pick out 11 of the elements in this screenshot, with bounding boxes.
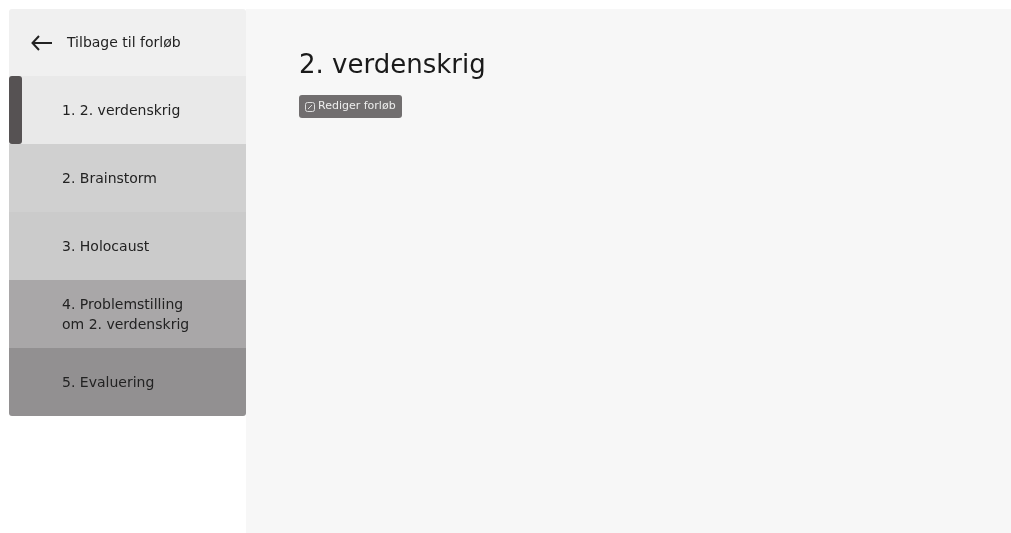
- back-link[interactable]: Tilbage til forløb: [9, 9, 246, 76]
- lesson-item[interactable]: 5. Evaluering: [9, 348, 246, 416]
- lesson-item[interactable]: 4. Problemstilling om 2. verdenskrig: [9, 280, 246, 348]
- edit-button[interactable]: Rediger forløb: [299, 95, 402, 118]
- edit-icon: [305, 101, 315, 112]
- lesson-item[interactable]: 3. Holocaust: [9, 212, 246, 280]
- page-title: 2. verdenskrig: [299, 48, 487, 81]
- lesson-item[interactable]: 2. Brainstorm: [9, 144, 246, 212]
- lesson-item[interactable]: 1. 2. verdenskrig: [9, 76, 246, 144]
- back-arrow-icon: [31, 34, 53, 51]
- selected-indicator: [9, 76, 22, 144]
